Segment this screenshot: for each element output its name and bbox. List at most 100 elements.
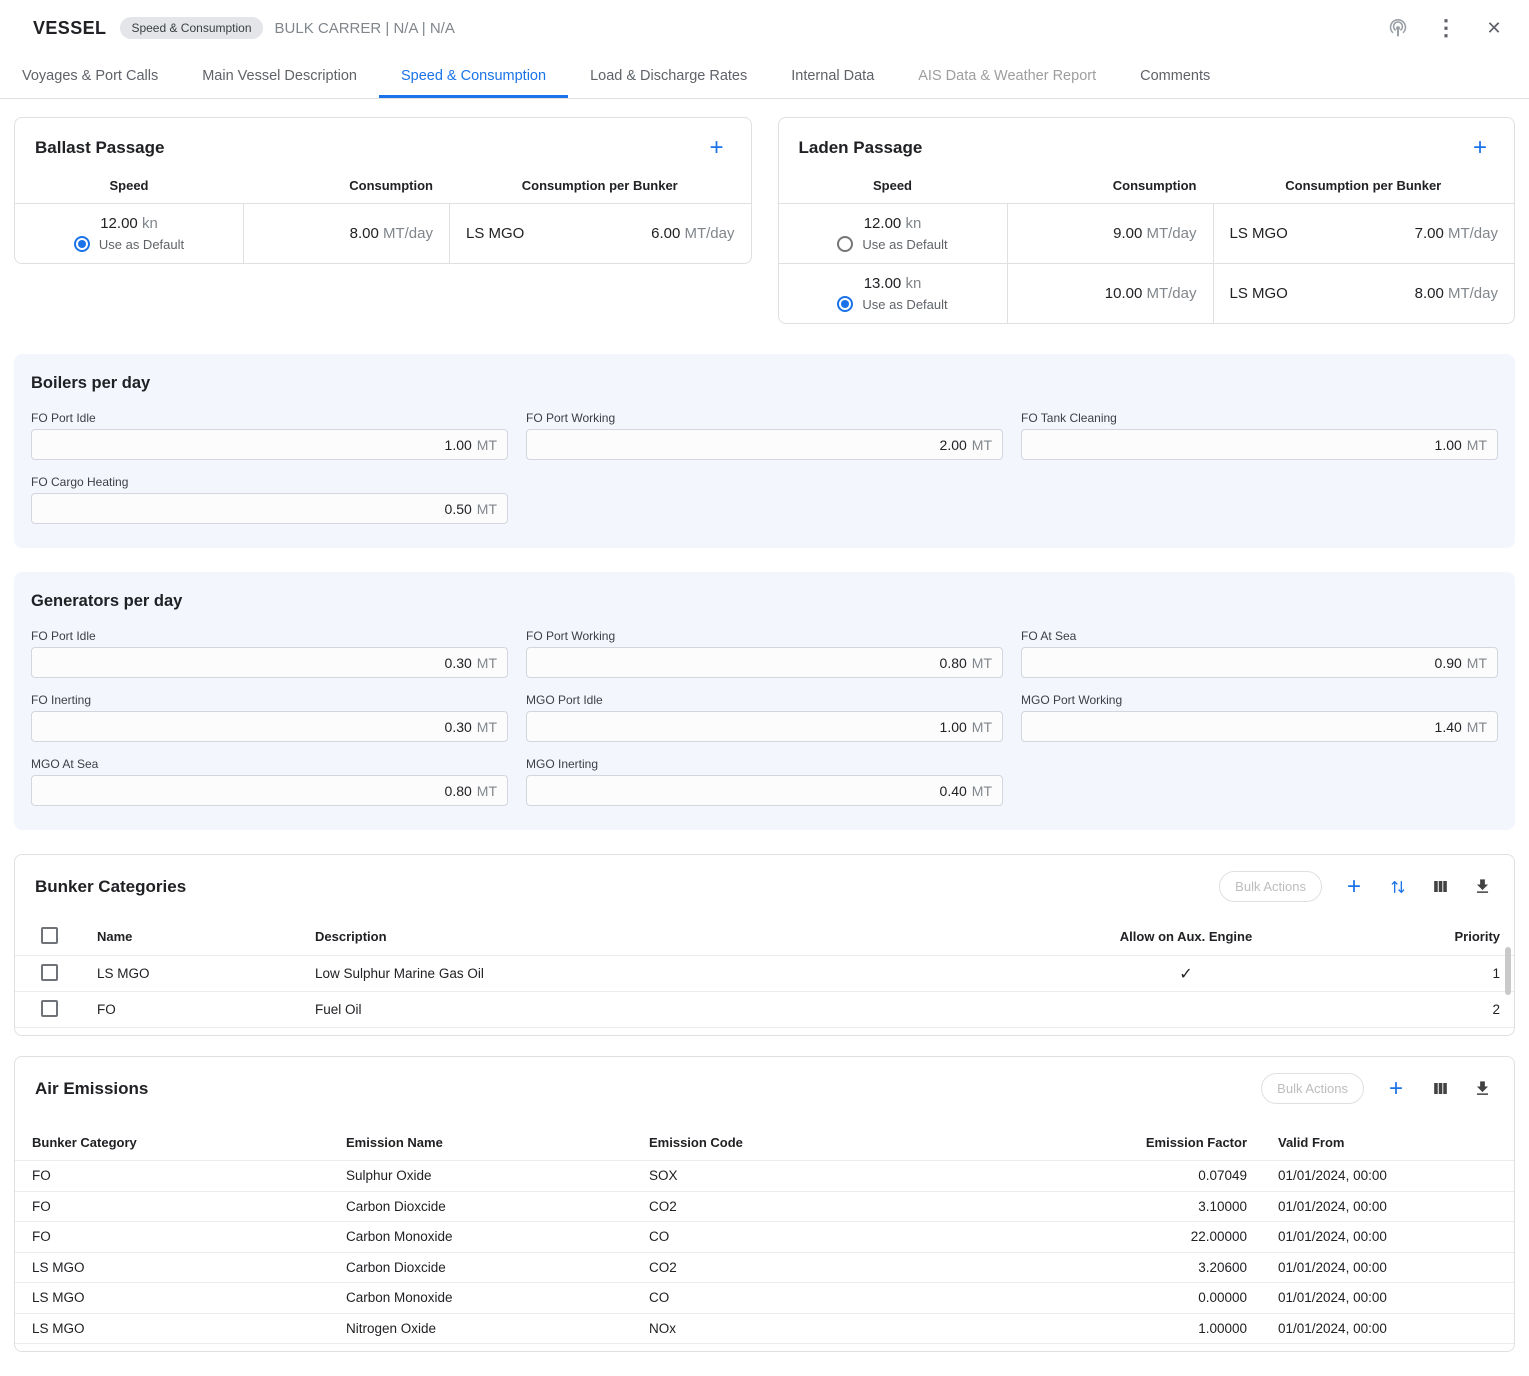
radio-icon[interactable] [74, 236, 90, 252]
main-content: Ballast Passage + Speed Consumption Cons… [0, 99, 1529, 1376]
scrollbar[interactable] [1505, 947, 1511, 995]
speed-value: 12.00 kn [100, 215, 158, 232]
field-fo-cargo-heating: FO Cargo Heating 0.50MT [31, 475, 508, 524]
sort-icon[interactable] [1386, 875, 1410, 899]
bunker-table-header: Name Description Allow on Aux. Engine Pr… [15, 918, 1514, 955]
speed-value: 13.00 kn [864, 275, 922, 292]
use-as-default-radio[interactable]: Use as Default [837, 236, 947, 252]
emission-bunker-category: FO [32, 1199, 346, 1214]
field-fo-port-idle: FO Port Idle 0.30MT [31, 629, 508, 678]
bulk-actions-button[interactable]: Bulk Actions [1261, 1073, 1364, 1104]
field-label: MGO Inerting [526, 757, 1003, 771]
context-badge: Speed & Consumption [120, 17, 262, 39]
tab-bar: Voyages & Port Calls Main Vessel Descrip… [0, 56, 1529, 99]
table-row[interactable]: 12.00 kn Use as Default 8.00 MT/day LS M… [15, 203, 751, 263]
columns-icon[interactable] [1428, 875, 1452, 899]
tab-voyages-port-calls[interactable]: Voyages & Port Calls [0, 56, 180, 98]
download-icon[interactable] [1470, 1077, 1494, 1101]
emission-code: SOX [649, 1168, 989, 1183]
generator-fo-inerting-input[interactable]: 0.30MT [31, 711, 508, 742]
emission-name: Carbon Monoxide [346, 1229, 649, 1244]
emission-code: CO [649, 1290, 989, 1305]
row-checkbox[interactable] [41, 964, 58, 981]
more-menu-icon[interactable]: ⋮ [1433, 15, 1459, 41]
table-row[interactable]: FO Carbon Dioxcide CO2 3.10000 01/01/202… [15, 1191, 1514, 1222]
emission-name: Sulphur Oxide [346, 1168, 649, 1183]
emission-bunker-category: LS MGO [32, 1290, 346, 1305]
select-all-checkbox[interactable] [41, 927, 58, 944]
table-row[interactable]: LS MGO Low Sulphur Marine Gas Oil ✓ 1 [15, 955, 1514, 991]
download-icon[interactable] [1470, 875, 1494, 899]
columns-icon[interactable] [1428, 1077, 1452, 1101]
column-header-valid-from: Valid From [1247, 1135, 1497, 1150]
generator-mgo-port-working-input[interactable]: 1.40MT [1021, 711, 1498, 742]
tab-main-vessel-description[interactable]: Main Vessel Description [180, 56, 379, 98]
radio-icon[interactable] [837, 296, 853, 312]
boiler-fo-port-working-input[interactable]: 2.00MT [526, 429, 1003, 460]
generator-fo-at-sea-input[interactable]: 0.90MT [1021, 647, 1498, 678]
emission-code: CO2 [649, 1199, 989, 1214]
emission-name: Carbon Dioxcide [346, 1260, 649, 1275]
column-header-consumption: Consumption [1007, 178, 1213, 193]
tab-comments[interactable]: Comments [1118, 56, 1232, 98]
check-icon: ✓ [1179, 966, 1192, 983]
page-title: VESSEL [33, 18, 106, 39]
table-row[interactable]: 13.00 kn Use as Default 10.00 MT/day LS … [779, 263, 1515, 323]
field-label: FO Inerting [31, 693, 508, 707]
field-label: MGO At Sea [31, 757, 508, 771]
radio-icon[interactable] [837, 236, 853, 252]
bunker-name: LS MGO [1230, 225, 1288, 242]
table-row[interactable]: 12.00 kn Use as Default 9.00 MT/day LS M… [779, 203, 1515, 263]
add-ballast-passage-button[interactable]: + [703, 134, 731, 162]
field-label: FO At Sea [1021, 629, 1498, 643]
generator-fo-port-working-input[interactable]: 0.80MT [526, 647, 1003, 678]
bunker-name: LS MGO [1230, 285, 1288, 302]
consumption-value: 10.00 MT/day [1007, 264, 1213, 323]
generator-mgo-inerting-input[interactable]: 0.40MT [526, 775, 1003, 806]
tab-internal-data[interactable]: Internal Data [769, 56, 896, 98]
generators-section: Generators per day FO Port Idle 0.30MT F… [14, 572, 1515, 830]
generator-mgo-at-sea-input[interactable]: 0.80MT [31, 775, 508, 806]
field-label: MGO Port Working [1021, 693, 1498, 707]
emission-valid-from: 01/01/2024, 00:00 [1247, 1199, 1497, 1214]
generator-fo-port-idle-input[interactable]: 0.30MT [31, 647, 508, 678]
column-header-emission-factor: Emission Factor [989, 1135, 1247, 1150]
boiler-fo-port-idle-input[interactable]: 1.00MT [31, 429, 508, 460]
generator-mgo-port-idle-input[interactable]: 1.00MT [526, 711, 1003, 742]
field-label: FO Port Idle [31, 411, 508, 425]
table-row[interactable]: LS MGO Carbon Monoxide CO 0.00000 01/01/… [15, 1282, 1514, 1313]
close-icon[interactable]: ✕ [1481, 15, 1507, 41]
use-as-default-radio[interactable]: Use as Default [74, 236, 184, 252]
emission-factor: 0.07049 [989, 1168, 1247, 1183]
add-laden-passage-button[interactable]: + [1466, 134, 1494, 162]
tab-load-discharge-rates[interactable]: Load & Discharge Rates [568, 56, 769, 98]
add-bunker-category-button[interactable]: + [1340, 873, 1368, 901]
bunker-priority: 1 [1396, 966, 1500, 981]
boiler-fo-tank-cleaning-input[interactable]: 1.00MT [1021, 429, 1498, 460]
boiler-fo-cargo-heating-input[interactable]: 0.50MT [31, 493, 508, 524]
emission-valid-from: 01/01/2024, 00:00 [1247, 1290, 1497, 1305]
field-fo-at-sea: FO At Sea 0.90MT [1021, 629, 1498, 678]
antenna-icon[interactable] [1385, 15, 1411, 41]
laden-table-header: Speed Consumption Consumption per Bunker [779, 178, 1515, 203]
tab-ais-data-weather-report[interactable]: AIS Data & Weather Report [896, 56, 1118, 98]
column-header-consumption-per-bunker: Consumption per Bunker [1213, 178, 1515, 193]
use-as-default-radio[interactable]: Use as Default [837, 296, 947, 312]
bunker-name: FO [97, 1002, 315, 1017]
field-label: FO Port Working [526, 411, 1003, 425]
table-row[interactable]: LS MGO Nitrogen Oxide NOx 1.00000 01/01/… [15, 1313, 1514, 1344]
table-row[interactable]: FO Fuel Oil ✓ 2 [15, 991, 1514, 1027]
bunker-description: Low Sulphur Marine Gas Oil [315, 966, 976, 981]
ballast-passage-title: Ballast Passage [35, 138, 164, 158]
add-air-emission-button[interactable]: + [1382, 1075, 1410, 1103]
tab-speed-consumption[interactable]: Speed & Consumption [379, 56, 568, 98]
laden-passage-title: Laden Passage [799, 138, 923, 158]
table-row[interactable]: FO Sulphur Oxide SOX 0.07049 01/01/2024,… [15, 1160, 1514, 1191]
table-row[interactable]: LS MGO Carbon Dioxcide CO2 3.20600 01/01… [15, 1252, 1514, 1283]
emission-code: NOx [649, 1321, 989, 1336]
field-label: FO Port Idle [31, 629, 508, 643]
bulk-actions-button[interactable]: Bulk Actions [1219, 871, 1322, 902]
table-row[interactable]: FO Carbon Monoxide CO 22.00000 01/01/202… [15, 1221, 1514, 1252]
use-as-default-label: Use as Default [99, 237, 184, 252]
row-checkbox[interactable] [41, 1000, 58, 1017]
